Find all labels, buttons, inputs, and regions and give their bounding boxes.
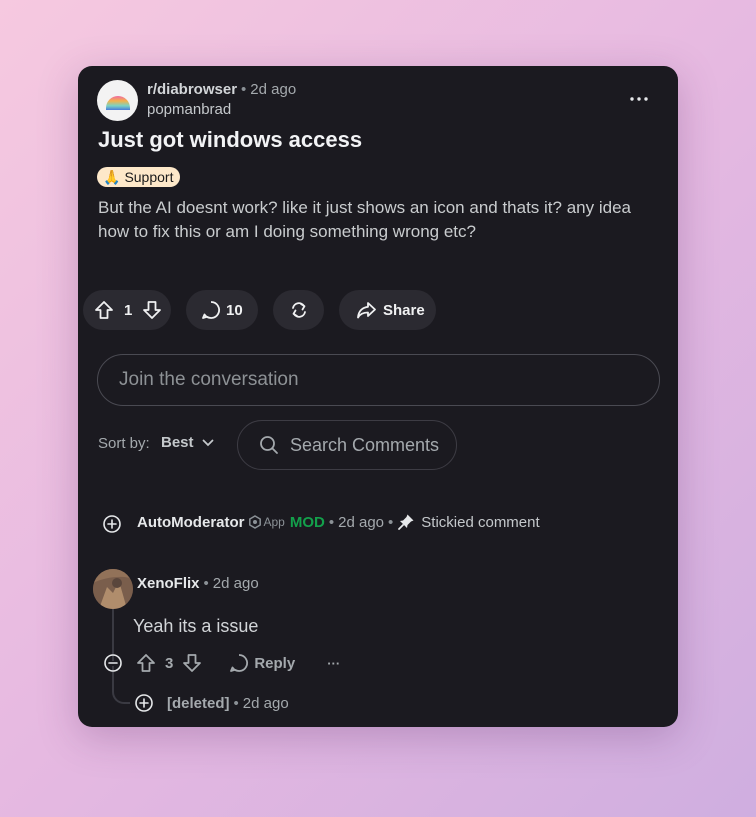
post-card: r/diabrowser • 2d ago popmanbrad Just got … <box>78 66 678 727</box>
more-options-button[interactable] <box>626 86 652 112</box>
upvote-icon <box>137 654 155 672</box>
post-title[interactable]: Just got windows access <box>98 127 362 153</box>
dia-logo-icon <box>105 95 130 110</box>
more-icon <box>630 97 648 101</box>
xenoflix-comment-body: Yeah its a issue <box>133 616 259 636</box>
meta-separator: • <box>328 513 335 531</box>
vote-count: 1 <box>124 301 133 319</box>
chevron-down-icon <box>202 439 213 446</box>
comment-downvote-button[interactable] <box>181 652 203 674</box>
subreddit-link[interactable]: r/diabrowser <box>147 81 237 98</box>
flair-emoji: 🙏 <box>103 168 121 185</box>
automod-comment-header: AutoModerator App MOD • 2d ago • Stickie… <box>137 513 540 531</box>
xenoflix-time: 2d ago <box>212 575 259 592</box>
downvote-button[interactable] <box>141 299 163 321</box>
post-flair[interactable]: 🙏 Support <box>97 167 181 187</box>
post-time: 2d ago <box>250 81 297 98</box>
app-tag-label: App <box>263 515 285 529</box>
reply-icon <box>230 654 249 672</box>
share-label: Share <box>383 301 425 319</box>
deleted-comment-header: [deleted] • 2d ago <box>133 692 289 714</box>
automod-author[interactable]: AutoModerator <box>137 514 245 531</box>
deleted-time: 2d ago <box>242 694 289 712</box>
share-button[interactable]: Share <box>339 290 436 330</box>
comments-button[interactable]: 10 <box>186 290 258 330</box>
post-author[interactable]: popmanbrad <box>147 101 231 118</box>
vote-pill: 1 <box>83 290 171 330</box>
expand-deleted-button[interactable] <box>133 692 155 714</box>
share-icon <box>357 302 376 319</box>
flair-label: Support <box>124 169 174 185</box>
meta-separator: • <box>388 513 394 531</box>
collapse-thread-button[interactable] <box>102 652 124 674</box>
comment-icon <box>202 301 220 319</box>
meta-separator: • <box>241 81 247 98</box>
plus-circle-icon <box>103 515 121 533</box>
post-body: But the AI doesnt work? like it just sho… <box>98 198 631 241</box>
meta-separator: • <box>203 575 209 592</box>
minus-circle-icon <box>104 654 122 672</box>
search-placeholder: Search Comments <box>290 434 440 455</box>
app-hexagon-icon <box>248 515 261 529</box>
upvote-button[interactable] <box>93 299 115 321</box>
comment-upvote-button[interactable] <box>135 652 157 674</box>
pin-icon <box>398 514 414 530</box>
plus-circle-icon <box>135 694 153 712</box>
comment-count: 10 <box>226 301 243 319</box>
crosspost-button[interactable] <box>273 290 324 330</box>
mod-badge: MOD <box>289 513 325 531</box>
downvote-icon <box>143 301 162 319</box>
post-meta: r/diabrowser • 2d ago <box>147 81 296 98</box>
deleted-author: [deleted] <box>167 694 230 712</box>
reply-button[interactable]: Reply <box>228 652 295 674</box>
search-comments-input[interactable]: Search Comments <box>237 420 457 470</box>
automod-time: 2d ago <box>338 513 385 531</box>
meta-separator: • <box>233 694 239 712</box>
sort-value: Best <box>161 434 194 451</box>
sort-label: Sort by: <box>98 435 150 452</box>
join-conversation-input[interactable] <box>97 354 660 406</box>
comment-actions: 3 Reply ··· <box>102 650 340 676</box>
comment-vote-count: 3 <box>165 654 174 672</box>
repost-icon <box>291 302 306 318</box>
reply-label: Reply <box>254 654 296 672</box>
search-icon <box>260 436 278 454</box>
upvote-icon <box>95 301 113 319</box>
sort-dropdown[interactable]: Best <box>161 434 214 451</box>
xenoflix-avatar[interactable] <box>93 569 133 609</box>
xenoflix-author[interactable]: XenoFlix <box>137 575 200 592</box>
user-photo-icon <box>93 569 133 609</box>
subreddit-avatar[interactable] <box>97 80 138 121</box>
expand-automod-button[interactable] <box>101 513 123 535</box>
downvote-icon <box>183 654 202 672</box>
comment-more-button[interactable]: ··· <box>327 656 340 671</box>
xenoflix-comment-header: XenoFlix • 2d ago <box>137 575 259 592</box>
app-badge: App <box>248 515 285 529</box>
stickied-indicator: Stickied comment <box>397 513 540 531</box>
stickied-label: Stickied comment <box>421 513 540 531</box>
